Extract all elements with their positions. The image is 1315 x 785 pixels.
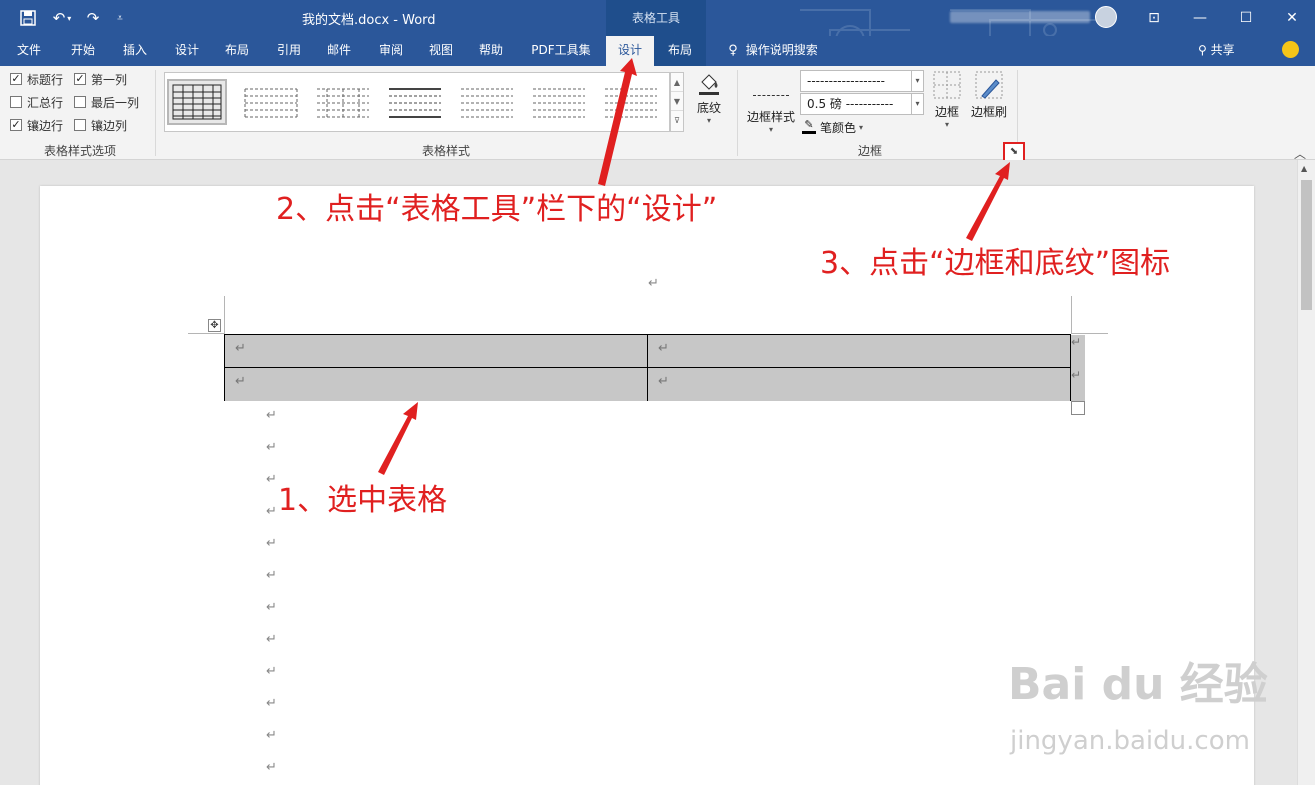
arrow-to-design-tab bbox=[598, 58, 637, 186]
arrow-to-launcher bbox=[966, 162, 1010, 241]
annotation-arrows bbox=[378, 58, 1010, 475]
arrow-to-table bbox=[378, 402, 418, 475]
